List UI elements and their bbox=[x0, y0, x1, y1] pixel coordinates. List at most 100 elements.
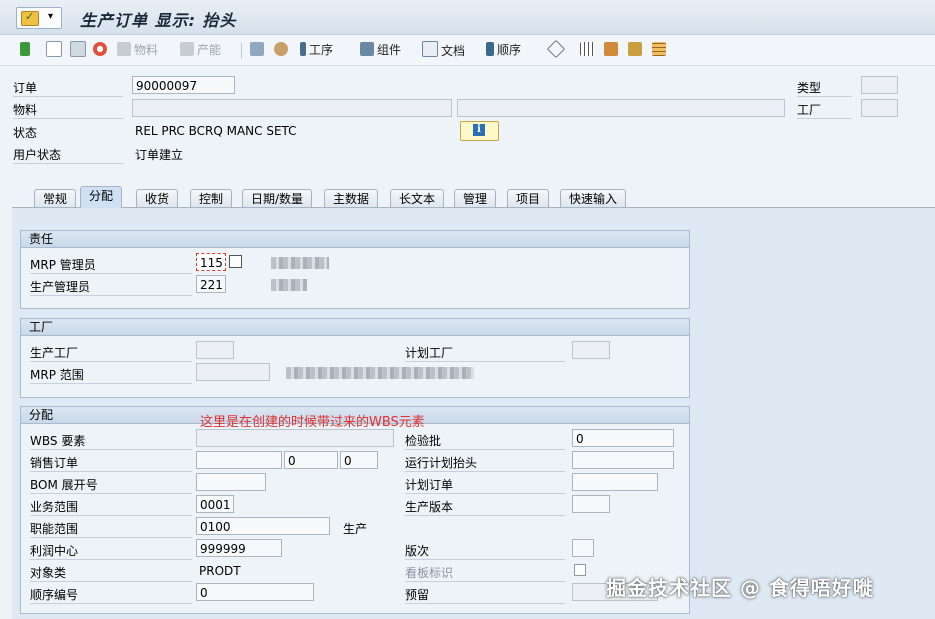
tab-master-data[interactable]: 主数据 bbox=[324, 189, 379, 207]
cube-button[interactable] bbox=[546, 39, 567, 59]
sequence-icon bbox=[486, 42, 494, 56]
split-button[interactable] bbox=[628, 41, 645, 59]
stack-icon bbox=[274, 42, 288, 56]
grid-icon bbox=[652, 42, 666, 56]
sales-order-label: 销售订单 bbox=[30, 454, 192, 472]
tree-button[interactable] bbox=[604, 41, 621, 59]
mrp-area-field[interactable] bbox=[196, 363, 270, 381]
functional-area-text: 生产 bbox=[343, 522, 368, 536]
sequence-button-label: 顺序 bbox=[497, 43, 522, 57]
material-number-field[interactable] bbox=[132, 99, 452, 117]
prod-supervisor-label: 生产管理员 bbox=[30, 278, 192, 296]
prod-plant-label: 生产工厂 bbox=[30, 344, 192, 362]
table-button[interactable] bbox=[580, 41, 597, 59]
document-button[interactable] bbox=[46, 41, 65, 59]
mrp-controller-label: MRP 管理员 bbox=[30, 256, 192, 274]
tab-administration[interactable]: 管理 bbox=[454, 189, 497, 207]
annotation-text: 这里是在创建的时候带过来的WBS元素 bbox=[200, 415, 425, 430]
sequence-number-field[interactable]: 0 bbox=[196, 583, 314, 601]
tab-items[interactable]: 项目 bbox=[507, 189, 550, 207]
production-version-field[interactable] bbox=[572, 495, 610, 513]
inspection-lot-field[interactable]: 0 bbox=[572, 429, 674, 447]
batch-field[interactable] bbox=[572, 539, 594, 557]
cube-icon bbox=[546, 39, 566, 59]
mrp-area-description bbox=[286, 367, 474, 379]
stack-button[interactable] bbox=[274, 41, 291, 59]
sales-order-field[interactable] bbox=[196, 451, 282, 469]
material-icon bbox=[117, 42, 131, 56]
material-button[interactable]: 物料 bbox=[117, 41, 158, 59]
table-icon bbox=[580, 42, 594, 56]
operation-button-label: 工序 bbox=[309, 43, 334, 57]
tab-general[interactable]: 常规 bbox=[34, 189, 77, 207]
planned-order-field[interactable] bbox=[572, 473, 658, 491]
tab-long-text[interactable]: 长文本 bbox=[390, 189, 445, 207]
grid-button[interactable] bbox=[652, 41, 669, 59]
profit-center-label: 利润中心 bbox=[30, 542, 192, 560]
order-type-field[interactable] bbox=[861, 76, 898, 94]
plant-field[interactable] bbox=[861, 99, 898, 117]
capacity-icon bbox=[180, 42, 194, 56]
tab-dates-quantities[interactable]: 日期/数量 bbox=[242, 189, 313, 207]
prod-supervisor-field[interactable]: 221 bbox=[196, 275, 226, 293]
dropdown-arrow-icon: ▾ bbox=[48, 11, 54, 22]
kanban-indicator-label: 看板标识 bbox=[405, 564, 565, 582]
business-area-label: 业务范围 bbox=[30, 498, 192, 516]
sequence-button[interactable]: 顺序 bbox=[486, 41, 521, 59]
batch-label: 版次 bbox=[405, 542, 565, 560]
mrp-controller-field[interactable]: 115 bbox=[196, 253, 226, 271]
responsibility-group-title: 责任 bbox=[21, 231, 689, 248]
plant-label: 工厂 bbox=[797, 101, 852, 119]
tab-strip: 常规 分配 收货 控制 日期/数量 主数据 长文本 管理 项目 快速输入 bbox=[12, 186, 935, 208]
mrp-area-label: MRP 范围 bbox=[30, 366, 192, 384]
hierarchy-icon bbox=[250, 42, 264, 56]
split-icon bbox=[628, 42, 642, 56]
bom-explosion-label: BOM 展开号 bbox=[30, 476, 192, 494]
reservation-label: 预留 bbox=[405, 586, 565, 604]
tab-fast-entry[interactable]: 快速输入 bbox=[560, 189, 627, 207]
run-schedule-header-field[interactable] bbox=[572, 451, 674, 469]
tab-assignment[interactable]: 分配 bbox=[80, 186, 123, 208]
operation-button[interactable]: 工序 bbox=[300, 41, 333, 59]
wbs-element-label: WBS 要素 bbox=[30, 432, 192, 450]
status-info-button[interactable]: i bbox=[460, 121, 499, 141]
tab-goods-receipt[interactable]: 收货 bbox=[136, 189, 179, 207]
production-version-label: 生产版本 bbox=[405, 498, 565, 516]
component-button[interactable]: 组件 bbox=[360, 41, 401, 59]
sequence-number-label: 顺序编号 bbox=[30, 586, 192, 604]
capacity-button[interactable]: 产能 bbox=[180, 41, 221, 59]
mrp-controller-name bbox=[271, 257, 329, 269]
flag-button[interactable] bbox=[20, 41, 33, 59]
sales-order-item-field[interactable]: 0 bbox=[284, 451, 338, 469]
material-description-field[interactable] bbox=[457, 99, 785, 117]
component-button-label: 组件 bbox=[377, 43, 402, 57]
order-label: 订单 bbox=[13, 79, 123, 97]
list-button[interactable] bbox=[70, 41, 89, 59]
business-area-field[interactable]: 0001 bbox=[196, 495, 234, 513]
component-icon bbox=[360, 42, 374, 56]
menu-button[interactable]: ▾ bbox=[16, 7, 62, 29]
user-status-value: 订单建立 bbox=[135, 148, 184, 162]
bom-explosion-field[interactable] bbox=[196, 473, 266, 491]
type-label: 类型 bbox=[797, 79, 852, 97]
order-field[interactable]: 90000097 bbox=[132, 76, 235, 94]
planning-plant-field[interactable] bbox=[572, 341, 610, 359]
profit-center-field[interactable]: 999999 bbox=[196, 539, 282, 557]
capacity-button-label: 产能 bbox=[197, 43, 222, 57]
documents-button[interactable]: 文档 bbox=[422, 41, 465, 59]
prod-plant-field[interactable] bbox=[196, 341, 234, 359]
application-toolbar: 物料 产能 工序 组件 文档 顺序 bbox=[0, 35, 935, 66]
wbs-element-field[interactable] bbox=[196, 429, 394, 447]
page-title: 生产订单 显示: 抬头 bbox=[80, 11, 237, 30]
lifebuoy-icon bbox=[93, 42, 107, 56]
value-help-icon[interactable] bbox=[229, 255, 242, 268]
planning-plant-label: 计划工厂 bbox=[405, 344, 565, 362]
hierarchy-button[interactable] bbox=[250, 41, 267, 59]
run-schedule-header-label: 运行计划抬头 bbox=[405, 454, 565, 472]
toolbar-separator bbox=[241, 43, 242, 59]
lifebuoy-button[interactable] bbox=[93, 41, 110, 59]
tab-control[interactable]: 控制 bbox=[190, 189, 233, 207]
sales-order-schedule-field[interactable]: 0 bbox=[340, 451, 378, 469]
functional-area-field[interactable]: 0100 bbox=[196, 517, 330, 535]
kanban-indicator-checkbox[interactable] bbox=[574, 564, 586, 576]
